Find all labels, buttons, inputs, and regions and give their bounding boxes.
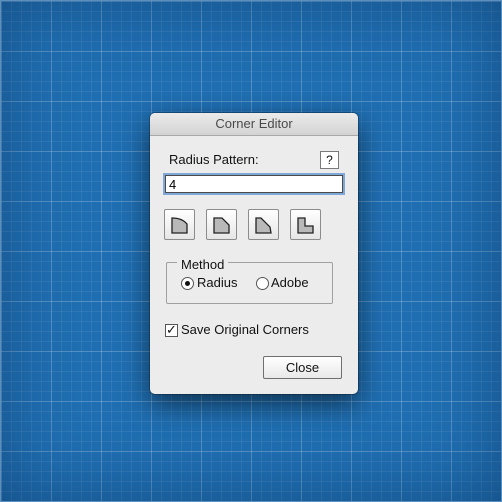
bevel-corner-icon bbox=[213, 217, 230, 234]
bevel-corner-button[interactable] bbox=[206, 209, 237, 240]
dialog-title[interactable]: Corner Editor bbox=[150, 113, 358, 136]
save-original-corners-checkbox[interactable]: ✓ bbox=[165, 323, 178, 337]
help-button[interactable]: ? bbox=[320, 151, 339, 169]
round-corner-icon bbox=[171, 217, 188, 234]
inset-bevel-corner-icon bbox=[255, 217, 272, 234]
radius-pattern-label: Radius Pattern: bbox=[169, 152, 259, 167]
corner-editor-dialog: Corner Editor Radius Pattern: ? Method R… bbox=[150, 113, 358, 394]
radius-pattern-input[interactable] bbox=[165, 175, 343, 193]
notch-corner-button[interactable] bbox=[290, 209, 321, 240]
radius-radio[interactable] bbox=[181, 277, 194, 290]
radius-radio-label[interactable]: Radius bbox=[197, 275, 237, 290]
method-legend: Method bbox=[177, 257, 229, 272]
save-original-corners-label[interactable]: Save Original Corners bbox=[181, 322, 309, 337]
radio-selected-dot bbox=[185, 281, 190, 286]
adobe-radio-label[interactable]: Adobe bbox=[271, 275, 309, 290]
notch-corner-icon bbox=[297, 217, 314, 234]
close-button[interactable]: Close bbox=[263, 356, 342, 379]
round-corner-button[interactable] bbox=[164, 209, 195, 240]
adobe-radio[interactable] bbox=[256, 277, 269, 290]
inset-bevel-corner-button[interactable] bbox=[248, 209, 279, 240]
